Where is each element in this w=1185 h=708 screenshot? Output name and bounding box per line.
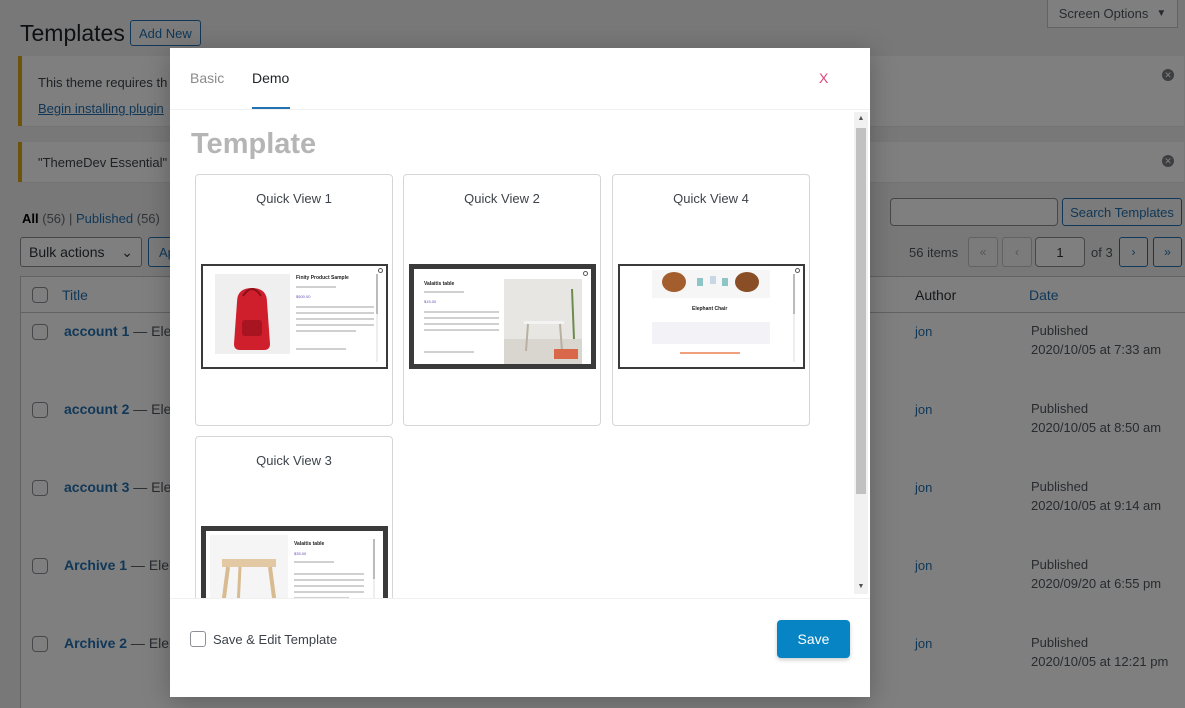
template-card-quick-view-1[interactable]: Quick View 1 Finity Product Sample $500.… [195, 174, 393, 426]
thumb-text-line [424, 329, 499, 331]
card-title: Quick View 2 [464, 191, 540, 206]
thumb-product-title: Valaitis table [294, 541, 325, 547]
template-card-quick-view-4[interactable]: Quick View 4 Elephant Chair [612, 174, 810, 426]
card-thumbnail: Valaitis table $35.00 [201, 526, 388, 598]
modal-scrollbar[interactable]: ▲ ▼ [854, 112, 868, 594]
card-title: Quick View 4 [673, 191, 749, 206]
template-card-quick-view-2[interactable]: Quick View 2 Valaitis table $15.00 [403, 174, 601, 426]
thumb-text-line [296, 312, 374, 314]
thumb-text-line [424, 351, 474, 353]
card-thumbnail: Finity Product Sample $500.00 [201, 264, 388, 369]
thumb-text-line [424, 317, 499, 319]
thumb-text-line [296, 348, 346, 350]
card-thumbnail: Valaitis table $15.00 [409, 264, 596, 369]
tab-basic[interactable]: Basic [190, 70, 224, 86]
thumb-text-line [294, 579, 364, 581]
chairs-image [652, 270, 770, 298]
thumb-scrollbar [376, 274, 378, 362]
modal-tabs: Basic Demo X [170, 48, 870, 110]
save-edit-label[interactable]: Save & Edit Template [213, 632, 337, 647]
thumb-scrollbar [373, 539, 375, 598]
scroll-up-icon[interactable]: ▲ [856, 114, 866, 124]
template-card-quick-view-3[interactable]: Quick View 3 Valaitis table $35.00 [195, 436, 393, 598]
card-thumbnail: Elephant Chair [618, 264, 805, 369]
active-tab-indicator [252, 107, 290, 109]
scroll-down-icon[interactable]: ▼ [856, 582, 866, 592]
thumb-text-line [296, 318, 374, 320]
thumb-rating-line [296, 286, 336, 288]
tab-demo[interactable]: Demo [252, 70, 289, 86]
modal-footer: Save & Edit Template Save [170, 598, 870, 697]
thumb-product-price: $500.00 [296, 294, 311, 299]
thumb-meta-box [652, 322, 770, 344]
thumb-product-title: Valaitis table [424, 281, 455, 287]
thumb-text-line [296, 324, 374, 326]
thumb-text-line [294, 573, 364, 575]
thumb-product-title: Finity Product Sample [296, 275, 349, 281]
thumb-scrollbar [793, 274, 795, 362]
save-edit-checkbox[interactable] [190, 631, 206, 647]
section-title: Template [191, 128, 317, 160]
thumb-text-line [296, 306, 374, 308]
thumb-text-line [296, 330, 356, 332]
thumb-text-line [294, 585, 364, 587]
thumb-rating-line [680, 352, 740, 354]
thumb-product-title: Elephant Chair [692, 306, 728, 312]
thumb-rating-line [294, 561, 334, 563]
scroll-thumb[interactable] [856, 128, 866, 494]
thumb-text-line [294, 591, 364, 593]
card-title: Quick View 1 [256, 191, 332, 206]
table-image [504, 279, 582, 364]
backpack-image [215, 274, 290, 354]
thumb-product-price: $35.00 [294, 551, 307, 556]
thumb-close-icon [378, 268, 383, 273]
template-modal: Basic Demo X Template Quick View 1 Finit… [170, 48, 870, 697]
thumb-product-price: $15.00 [424, 299, 437, 304]
card-title: Quick View 3 [256, 453, 332, 468]
close-button[interactable]: X [819, 70, 828, 86]
thumb-rating-line [424, 291, 464, 293]
save-button[interactable]: Save [777, 620, 850, 658]
thumb-text-line [424, 311, 499, 313]
modal-body: Template Quick View 1 Finity Product Sam… [170, 110, 870, 598]
thumb-text-line [424, 323, 499, 325]
thumb-close-icon [583, 271, 588, 276]
thumb-close-icon [795, 268, 800, 273]
stool-image [210, 535, 288, 598]
